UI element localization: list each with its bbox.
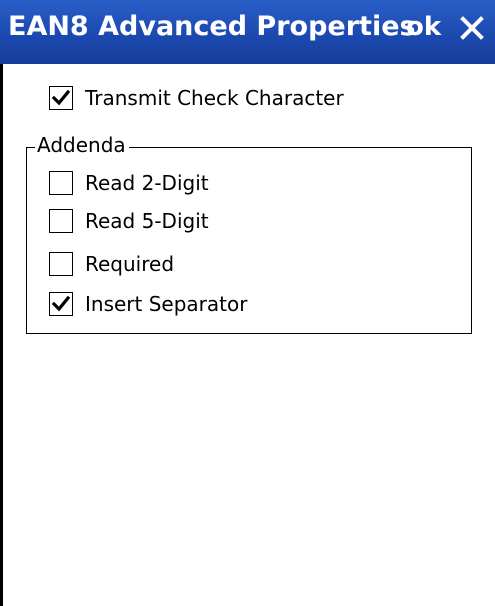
required-label: Required [85,252,175,276]
title-bar: EAN8 Advanced Properties ok [0,0,495,64]
read-5-digit-checkbox[interactable]: Read 5-Digit [49,206,209,236]
ok-button[interactable]: ok [406,12,441,42]
transmit-check-character-label: Transmit Check Character [85,86,344,110]
required-checkbox[interactable]: Required [49,249,174,279]
checkmark-icon [52,89,70,106]
read-2-digit-checkbox[interactable]: Read 2-Digit [49,168,209,198]
checkmark-icon [52,295,70,312]
checkbox-box[interactable] [49,292,73,316]
close-icon[interactable] [458,14,486,42]
insert-separator-label: Insert Separator [85,292,248,316]
checkbox-box[interactable] [49,252,73,276]
checkbox-box[interactable] [49,86,73,110]
dialog-title: EAN8 Advanced Properties [8,11,416,42]
read-2-digit-label: Read 2-Digit [85,171,209,195]
read-5-digit-label: Read 5-Digit [85,209,209,233]
insert-separator-checkbox[interactable]: Insert Separator [49,289,247,319]
checkbox-box[interactable] [49,209,73,233]
transmit-check-character-checkbox[interactable]: Transmit Check Character [49,83,344,113]
checkbox-box[interactable] [49,171,73,195]
addenda-legend: Addenda [35,133,129,157]
